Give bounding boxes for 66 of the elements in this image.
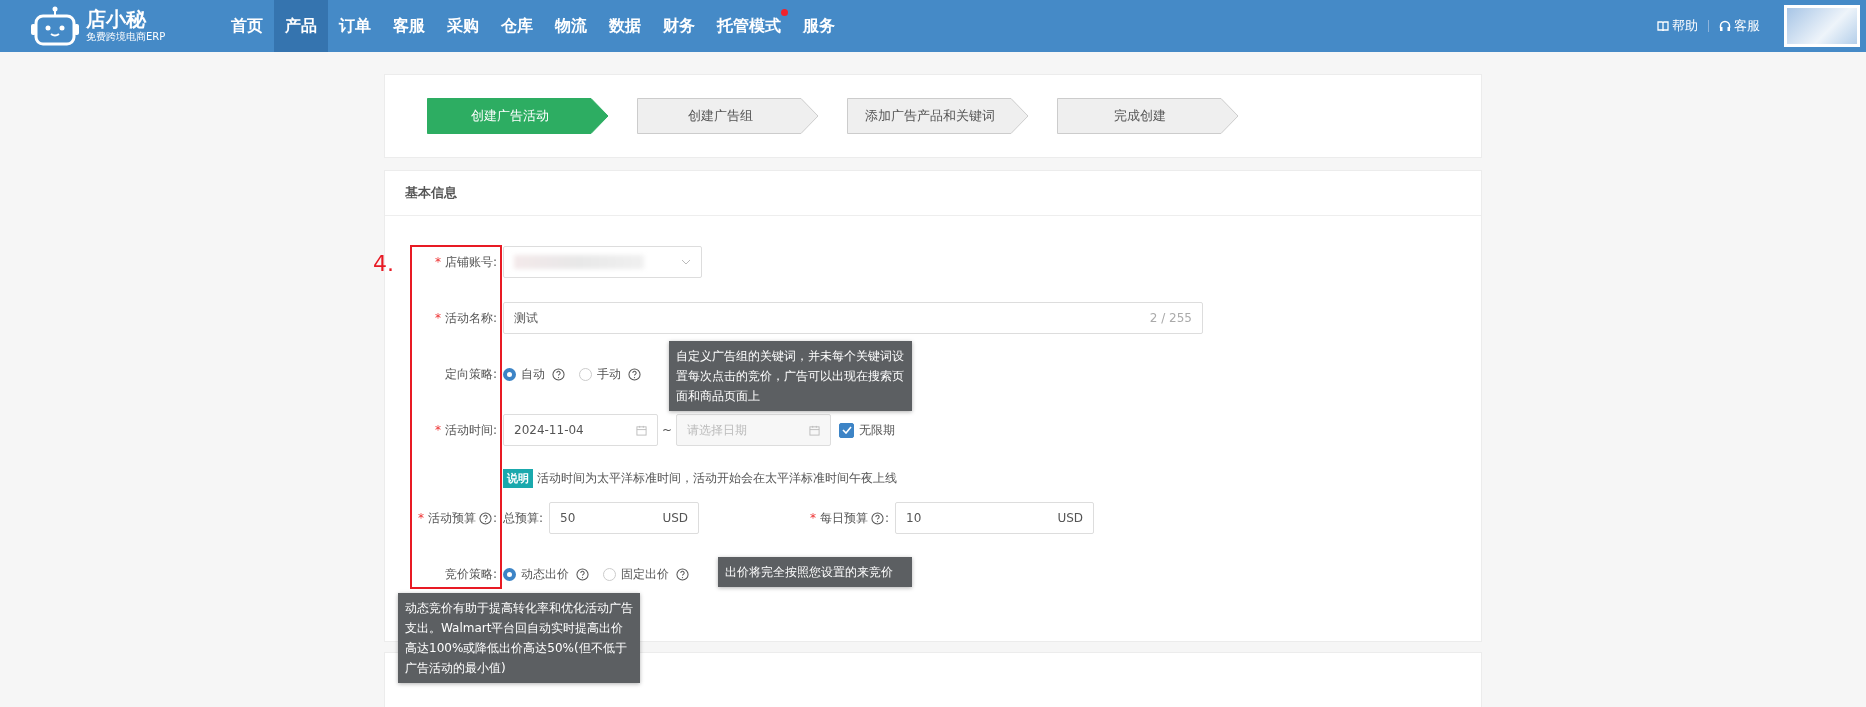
required-asterisk: * [434,311,441,325]
calendar-icon [809,424,821,436]
daily-budget-label: 每日预算 [820,509,868,527]
option-label: 自动 [521,365,545,383]
tooltip: 自定义广告组的关键词，并未每个关键词设置每次点击的竞价，广告可以出现在搜索页面和商品页面上 [669,341,912,411]
daily-budget-input[interactable]: 10 USD [895,502,1095,534]
required-asterisk: * [434,255,441,269]
checkbox-label: 无限期 [859,421,896,439]
field-label: 活动时间: [444,421,497,439]
required-asterisk: * [810,511,816,525]
section-title: 基本信息 [405,184,457,202]
tooltip: 出价将完全按照您设置的来竞价 [718,557,912,587]
chevron-down-icon [681,259,691,265]
field-label: 定向策略: [444,365,497,383]
nav-tab[interactable]: 物流 [544,0,598,52]
radio-button[interactable] [579,367,592,381]
start-date-field[interactable]: 2024-11-04 [503,414,658,446]
note-tag: 说明 [503,468,533,488]
header-link[interactable]: 帮助 [1657,17,1698,35]
help-icon[interactable] [552,367,565,381]
headset-icon [1719,20,1731,32]
robot-logo-icon [30,6,80,46]
nav-tab[interactable]: 订单 [328,0,382,52]
help-icon[interactable] [676,567,689,581]
char-counter: 2 / 255 [1149,311,1192,325]
note-text: 活动时间为太平洋标准时间，活动开始会在太平洋标准时间午夜上线 [537,469,897,487]
nav-tab[interactable]: 采购 [436,0,490,52]
nav-tab[interactable]: 服务 [792,0,846,52]
radio-button[interactable] [503,367,516,381]
checkbox[interactable] [839,422,855,438]
nav-tab[interactable]: 产品 [274,0,328,52]
range-separator: ~ [662,423,673,437]
nav-tab[interactable]: 数据 [598,0,652,52]
book-icon [1657,20,1669,32]
label-colon: : [885,511,890,525]
calendar-icon [636,424,647,436]
field-label: 店铺账号: [444,253,497,271]
header-link[interactable]: 客服 [1719,17,1760,35]
help-icon[interactable] [478,511,492,525]
nav-tab[interactable]: 托管模式 [706,0,792,52]
total-budget-label: 总预算: [503,509,544,527]
option-label: 固定出价 [621,565,669,583]
required-asterisk: * [434,423,441,437]
tooltip: 动态竞价有助于提高转化率和优化活动广告支出。Walmart平台回自动实时提高出价高达100%或降低出价高达50%(但不低于广告活动的最小值) [398,593,640,683]
nav-tab[interactable]: 财务 [652,0,706,52]
logo-text: 店小秘 [86,8,148,30]
logo-subtext: 免费跨境电商ERP [86,30,166,44]
label-colon: : [492,511,497,525]
required-asterisk: * [417,511,424,525]
radio-button[interactable] [503,567,516,581]
option-label: 动态出价 [521,565,569,583]
field-label: 活动名称: [444,309,497,327]
field-label: 活动预算 [427,509,476,527]
step-annotation: 4. [373,251,394,276]
total-budget-input[interactable]: 50 USD [549,502,700,534]
nav-tab[interactable]: 首页 [220,0,274,52]
radio-button[interactable] [603,567,616,581]
help-icon[interactable] [628,367,641,381]
option-label: 手动 [597,365,621,383]
name-input[interactable]: 测试 2 / 255 [503,302,1203,334]
help-icon[interactable] [871,511,884,525]
nav-tab[interactable]: 仓库 [490,0,544,52]
end-date-field[interactable]: 请选择日期 [676,414,832,446]
field-label: 竞价策略: [444,565,497,583]
help-icon[interactable] [576,567,589,581]
nav-tab[interactable]: 客服 [382,0,436,52]
